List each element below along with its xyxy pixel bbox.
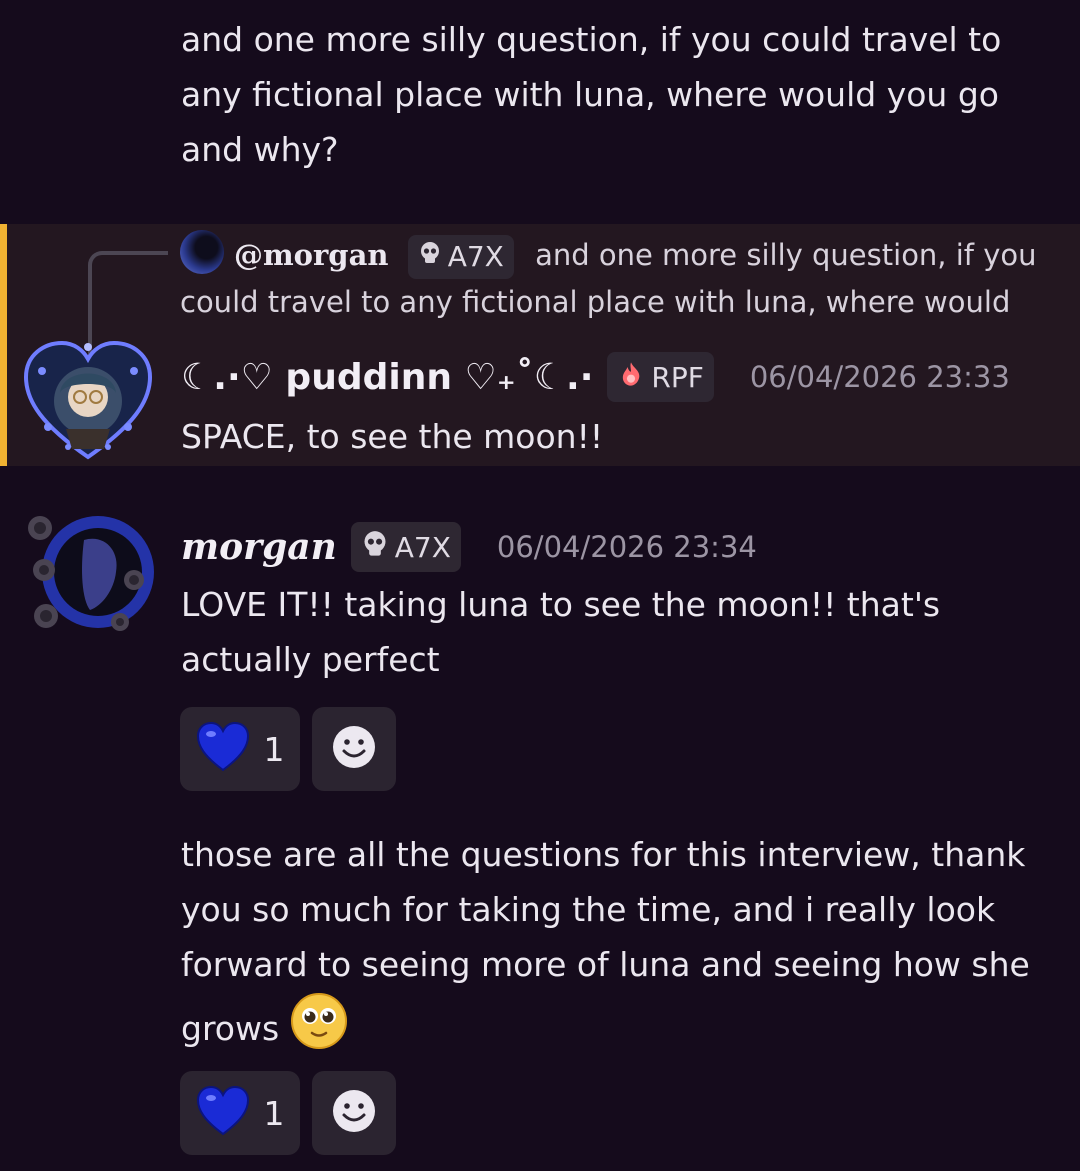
message-text-top: and one more silly question, if you coul…: [181, 20, 1002, 169]
reply-ref-avatar: [180, 230, 224, 274]
message-text-reply: SPACE, to see the moon!!: [181, 417, 604, 456]
message-text-morgan: LOVE IT!! taking luna to see the moon!! …: [181, 585, 941, 679]
blue-heart-icon: [196, 721, 250, 776]
reply-message-header: ☾.·♡ puddinn ♡₊˚☾.· RPF 06/04/2026 23:33: [181, 352, 1010, 402]
add-reaction-button[interactable]: [312, 1071, 396, 1155]
timestamp-morgan: 06/04/2026 23:34: [496, 530, 757, 564]
role-tag-a7x[interactable]: A7X: [350, 522, 461, 572]
flame-icon: [617, 360, 645, 394]
morgan-message-header: morgan A7X 06/04/2026 23:34: [181, 522, 757, 572]
add-reaction-icon: [331, 1088, 377, 1138]
role-tag-rpf[interactable]: RPF: [607, 352, 714, 402]
blue-heart-icon: [196, 1085, 250, 1140]
avatar-puddinn[interactable]: [22, 337, 154, 463]
avatar-morgan[interactable]: [24, 510, 156, 642]
skull-icon: [418, 234, 442, 280]
username-puddinn[interactable]: ☾.·♡ puddinn ♡₊˚☾.·: [181, 357, 593, 398]
role-tag-rpf-label: RPF: [651, 360, 704, 394]
reaction-bar-1: 1: [180, 707, 396, 791]
reply-ref-author[interactable]: @morgan: [234, 238, 388, 272]
reply-reference[interactable]: @morgan A7X and one more silly question,…: [180, 230, 1060, 325]
reaction-blue-heart[interactable]: 1: [180, 1071, 300, 1155]
add-reaction-button[interactable]: [312, 707, 396, 791]
reaction-count: 1: [263, 729, 285, 769]
reply-ref-tag[interactable]: A7X: [407, 234, 514, 280]
skull-icon: [361, 530, 389, 564]
message-text-final: those are all the questions for this int…: [181, 827, 1051, 1066]
username-morgan[interactable]: morgan: [181, 526, 337, 568]
timestamp-reply: 06/04/2026 23:33: [749, 360, 1010, 394]
pleading-face-emoji: [290, 992, 348, 1066]
add-reaction-icon: [331, 724, 377, 774]
mention-highlight-bar: [0, 224, 7, 466]
reaction-blue-heart[interactable]: 1: [180, 707, 300, 791]
reaction-bar-2: 1: [180, 1071, 396, 1155]
reply-ref-tag-label: A7X: [447, 240, 504, 273]
reaction-count: 1: [263, 1093, 285, 1133]
role-tag-a7x-label: A7X: [394, 530, 451, 564]
